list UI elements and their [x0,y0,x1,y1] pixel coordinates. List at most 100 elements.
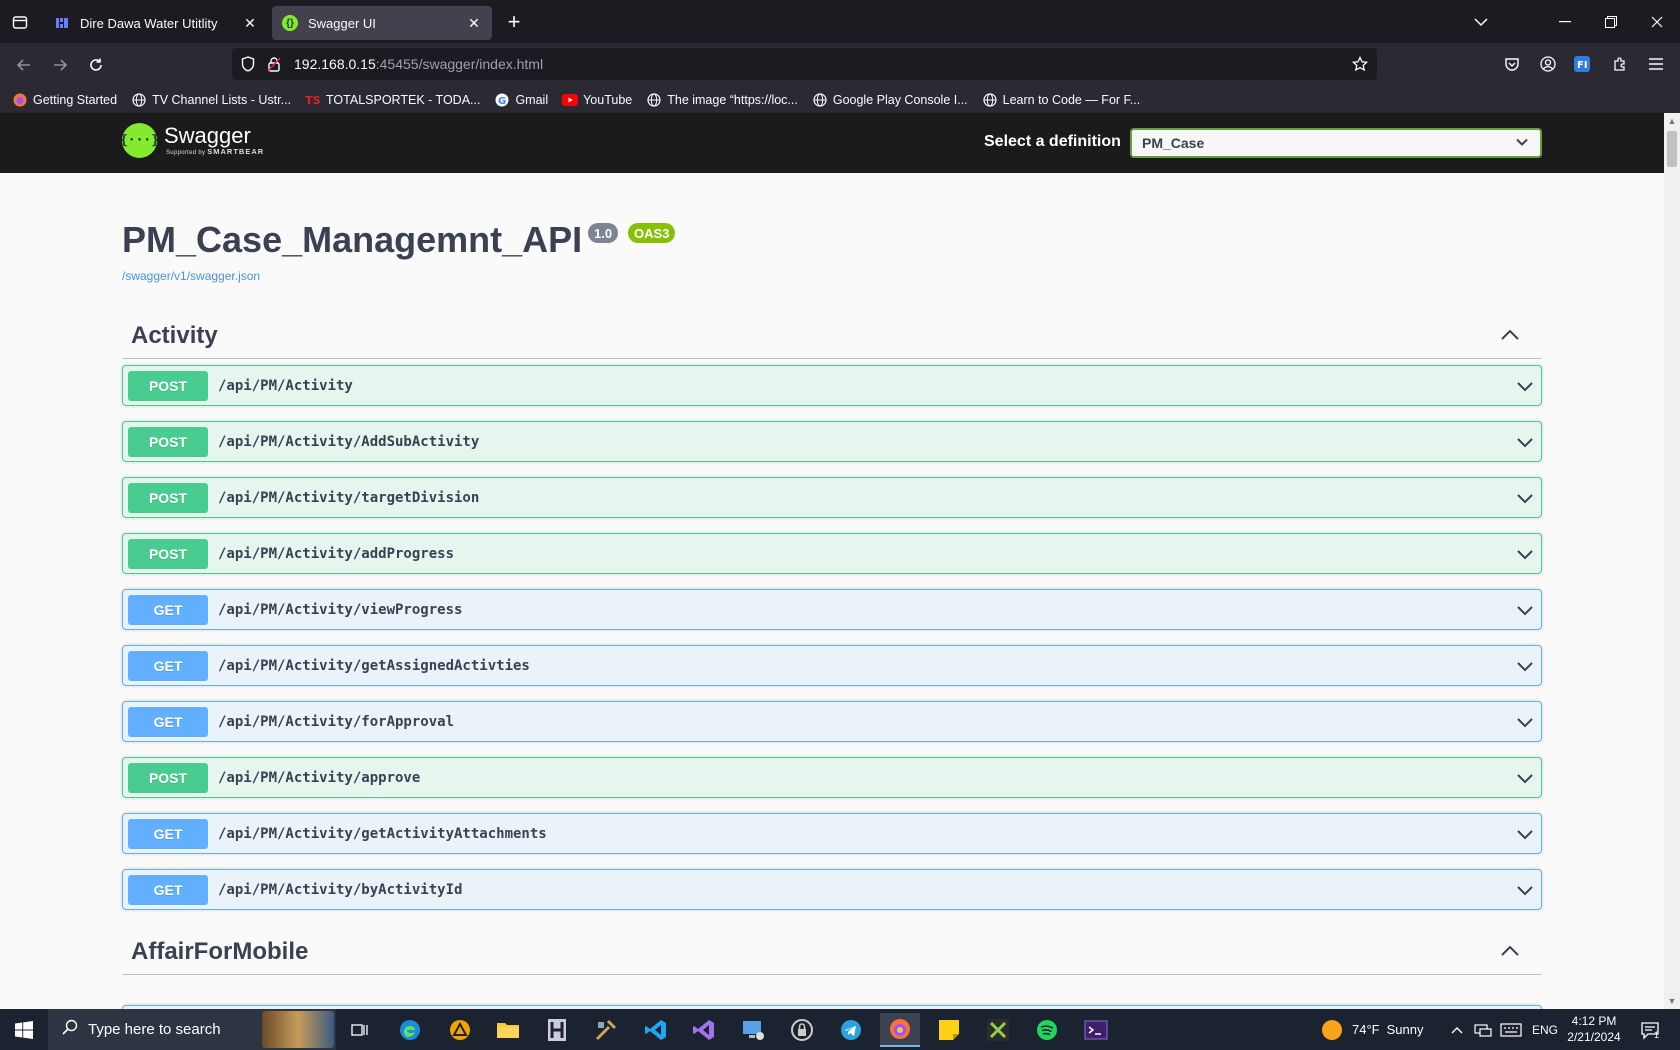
pocket-icon[interactable] [1500,52,1524,76]
chevron-down-icon[interactable] [1515,376,1535,396]
forward-icon[interactable] [48,53,72,77]
keyboard-icon[interactable] [1500,1009,1522,1050]
url-bar[interactable]: 192.168.0.15:45455/swagger/index.html [232,48,1377,80]
app-x-icon[interactable] [978,1013,1018,1047]
chevron-down-icon[interactable] [1515,656,1535,676]
scrollbar-thumb[interactable] [1667,131,1677,167]
app-h-icon[interactable] [537,1013,577,1047]
method-badge: POST [128,370,208,401]
tag-section-affairformobile[interactable]: AffairForMobile [122,929,1542,975]
chevron-down-icon[interactable] [1515,544,1535,564]
operation-path: /api/PM/Activity/getActivityAttachments [218,825,547,842]
operation-row[interactable]: POST/api/PM/Activity/targetDivision [122,477,1542,518]
bookmark-learn-to-code[interactable]: Learn to Code — For F... [982,92,1141,108]
minimize-icon[interactable] [1542,0,1588,43]
notification-center-icon[interactable]: 1 [1640,1009,1659,1050]
language-indicator[interactable]: ENG [1532,1009,1558,1050]
oas-badge: OAS3 [628,223,676,243]
bookmark-tv-channel-lists[interactable]: TV Channel Lists - Ustr... [131,92,291,108]
operation-path: /api/PM/Activity/approve [218,769,421,786]
weather-widget[interactable]: 74°F Sunny [1322,1009,1423,1050]
firefox-taskbar-icon[interactable] [880,1013,920,1047]
task-view-icon[interactable] [340,1013,380,1047]
account-icon[interactable] [1536,52,1560,76]
new-tab-icon[interactable]: + [504,8,524,36]
bookmark-getting-started[interactable]: Getting Started [12,92,117,108]
browser-tab-swagger[interactable]: {} Swagger UI ✕ [272,6,492,40]
tray-chevron-up-icon[interactable] [1450,1009,1464,1050]
page-scrollbar[interactable]: ▲ ▼ [1664,113,1680,1009]
operation-path: /api/PM/Activity/getAssignedActivties [218,657,530,674]
windows-start-icon[interactable] [0,1009,48,1050]
remote-desktop-icon[interactable] [733,1013,773,1047]
method-badge: GET [128,594,208,625]
url-path: :45455/swagger/index.html [375,56,544,72]
terminal-icon[interactable] [1076,1013,1116,1047]
operation-row[interactable]: GET/api/PM/Activity/getAssignedActivties [122,645,1542,686]
bookmark-label: Learn to Code — For F... [1002,93,1141,107]
operation-row[interactable]: POST/api/PM/Activity/addProgress [122,533,1542,574]
extension-fi-icon[interactable]: FI [1570,52,1594,76]
taskbar-search[interactable]: Type here to search [48,1009,336,1050]
swagger-json-link[interactable]: /swagger/v1/swagger.json [122,269,260,283]
tab-list-icon[interactable] [0,0,40,43]
insecure-lock-icon[interactable] [264,54,284,74]
ts-icon: TS [305,93,321,107]
vscode-icon[interactable] [636,1013,676,1047]
operation-row[interactable]: POST/api/PM/Activity/approve [122,757,1542,798]
reload-icon[interactable] [84,53,108,77]
definition-select[interactable]: PM_Case [1130,128,1542,158]
chevron-down-icon[interactable] [1515,712,1535,732]
chevron-down-icon[interactable] [1515,824,1535,844]
taskbar-clock[interactable]: 4:12 PM 2/21/2024 [1556,1013,1632,1045]
vpn-lock-icon[interactable] [782,1013,822,1047]
back-icon[interactable] [12,53,36,77]
chevron-up-icon[interactable] [1498,323,1522,347]
operation-row[interactable]: GET/api/PM/Activity/getActivityAttachmen… [122,813,1542,854]
operation-row[interactable]: GET/api/PM/Activity/byActivityId [122,869,1542,910]
sticky-notes-icon[interactable] [929,1013,969,1047]
list-all-tabs-icon[interactable] [1458,0,1504,43]
chevron-down-icon[interactable] [1515,768,1535,788]
restore-icon[interactable] [1588,0,1634,43]
app-triangle-icon[interactable] [440,1013,480,1047]
bookmark-star-icon[interactable] [1350,54,1370,74]
scroll-down-icon[interactable]: ▼ [1667,996,1677,1006]
telegram-icon[interactable] [831,1013,871,1047]
file-explorer-icon[interactable] [488,1013,528,1047]
visual-studio-icon[interactable] [684,1013,724,1047]
svg-text:G: G [498,96,506,107]
bookmark-youtube[interactable]: YouTube [562,92,632,108]
bookmark-google-play-console[interactable]: Google Play Console I... [812,92,968,108]
close-tab-icon[interactable]: ✕ [466,15,482,31]
globe-icon [812,92,828,108]
menu-hamburger-icon[interactable] [1644,52,1668,76]
search-highlight-image[interactable] [262,1011,334,1048]
chevron-down-icon[interactable] [1515,600,1535,620]
chevron-down-icon[interactable] [1515,432,1535,452]
tag-section-activity[interactable]: Activity [122,313,1542,359]
extensions-puzzle-icon[interactable] [1608,52,1632,76]
browser-tab-dire-dawa[interactable]: Dire Dawa Water Utitlity ✕ [44,6,268,40]
close-tab-icon[interactable]: ✕ [242,15,258,31]
tracking-protection-shield-icon[interactable] [238,54,258,74]
spotify-icon[interactable] [1027,1013,1067,1047]
bookmark-totalsportek[interactable]: TS TOTALSPORTEK - TODA... [305,92,480,108]
bookmark-gmail[interactable]: G Gmail [494,92,548,108]
tools-icon[interactable] [586,1013,626,1047]
chevron-up-icon[interactable] [1498,939,1522,963]
edge-icon[interactable] [390,1013,430,1047]
operation-row[interactable]: GET/api/PM/Activity/forApproval [122,701,1542,742]
logo-sub-brand: SMARTBEAR [207,147,265,156]
weather-temp: 74°F [1352,1022,1380,1037]
bookmark-the-image[interactable]: The image “https://loc... [646,92,798,108]
operation-row[interactable]: POST/api/PM/Activity [122,365,1542,406]
chevron-down-icon[interactable] [1515,488,1535,508]
operation-row[interactable]: GET/api/PM/Activity/viewProgress [122,589,1542,630]
operation-row[interactable]: POST/api/PM/Activity/AddSubActivity [122,421,1542,462]
chevron-down-icon[interactable] [1515,880,1535,900]
swagger-logo[interactable]: {···} Swagger Supported by SMARTBEAR [120,123,265,158]
close-window-icon[interactable] [1634,0,1680,43]
scroll-up-icon[interactable]: ▲ [1667,116,1677,126]
network-icon[interactable] [1474,1009,1492,1050]
